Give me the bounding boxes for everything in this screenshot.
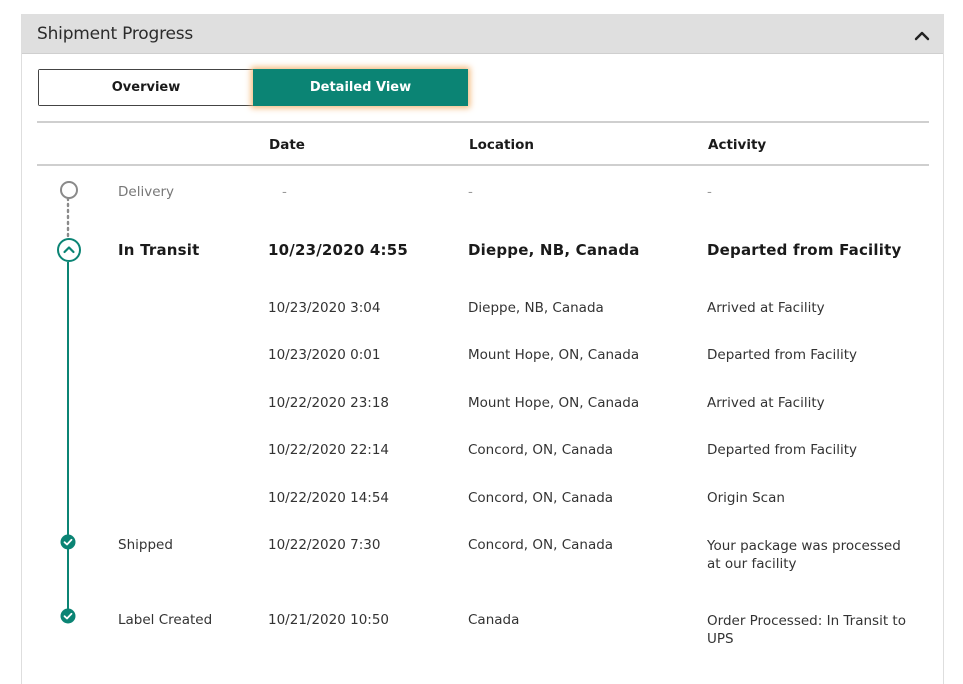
event-activity: Departed from Facility	[707, 442, 858, 458]
milestone-status: In Transit	[118, 241, 200, 259]
milestone-location: Canada	[468, 612, 520, 628]
event-location: Dieppe, NB, Canada	[468, 300, 604, 316]
event-date: 10/22/2020 14:54	[268, 490, 390, 506]
date-column-header: Date	[269, 137, 305, 153]
milestone-status: Label Created	[118, 612, 213, 628]
panel-title: Shipment Progress	[37, 24, 194, 44]
milestone-date: -	[282, 184, 287, 200]
pending-circle-icon	[60, 181, 78, 199]
table-header: Date Location Activity	[37, 121, 929, 166]
check-circle-icon	[60, 608, 76, 624]
milestone-location: Dieppe, NB, Canada	[468, 241, 640, 259]
milestone-date: 10/23/2020 4:55	[268, 241, 408, 259]
event-location: Mount Hope, ON, Canada	[468, 347, 640, 363]
milestone-date: 10/21/2020 10:50	[268, 612, 390, 628]
detailed-view-tab[interactable]: Detailed View	[253, 69, 468, 106]
event-location: Concord, ON, Canada	[468, 490, 614, 506]
milestone-status: Shipped	[118, 537, 173, 553]
check-circle-icon	[60, 534, 76, 550]
milestone-activity: -	[707, 184, 712, 200]
event-date: 10/23/2020 0:01	[268, 347, 381, 363]
overview-tab[interactable]: Overview	[39, 70, 253, 105]
milestone-activity: Order Processed: In Transit to UPS	[707, 613, 906, 647]
milestone-activity: Your package was processed at our facili…	[707, 538, 901, 572]
event-date: 10/23/2020 3:04	[268, 300, 381, 316]
event-activity: Arrived at Facility	[707, 395, 825, 411]
milestone-location: -	[468, 184, 473, 200]
view-toggle: Overview Detailed View	[38, 69, 468, 106]
location-column-header: Location	[469, 137, 534, 153]
event-location: Concord, ON, Canada	[468, 442, 614, 458]
panel-header[interactable]: Shipment Progress	[22, 14, 943, 54]
milestone-date: 10/22/2020 7:30	[268, 537, 381, 553]
activity-column-header: Activity	[708, 137, 767, 153]
event-date: 10/22/2020 22:14	[268, 442, 390, 458]
event-activity: Origin Scan	[707, 490, 785, 506]
milestone-status: Delivery	[118, 184, 175, 200]
event-activity: Departed from Facility	[707, 347, 858, 363]
chevron-up-circle-icon[interactable]	[56, 237, 82, 263]
event-location: Mount Hope, ON, Canada	[468, 395, 640, 411]
chevron-up-icon[interactable]	[911, 24, 933, 46]
milestone-activity: Departed from Facility	[707, 241, 902, 259]
milestone-location: Concord, ON, Canada	[468, 537, 614, 553]
event-date: 10/22/2020 23:18	[268, 395, 390, 411]
event-activity: Arrived at Facility	[707, 300, 825, 316]
